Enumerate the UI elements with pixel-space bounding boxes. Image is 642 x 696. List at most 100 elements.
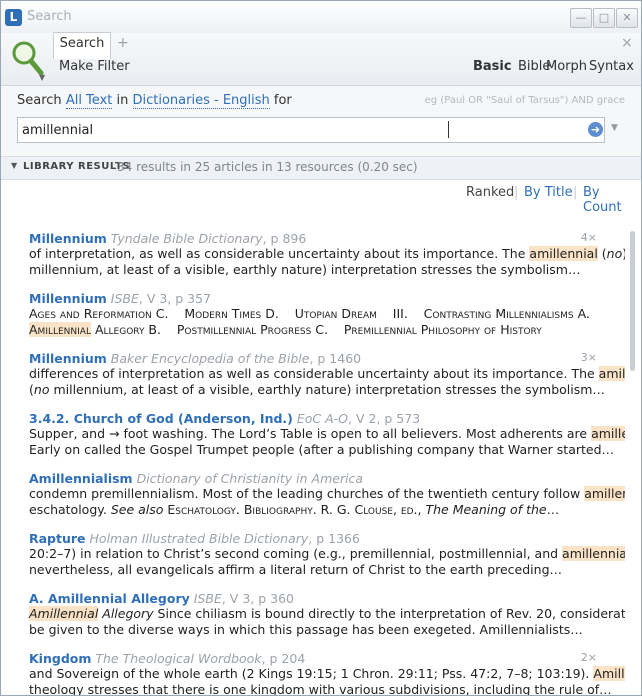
scrollbar-thumb[interactable] — [630, 231, 635, 371]
library-results-label: LIBRARY RESULTS — [23, 161, 131, 172]
mode-syntax[interactable]: Syntax — [589, 59, 634, 74]
result-item[interactable]: Millennium Tyndale Bible Dictionary, p 8… — [29, 231, 625, 278]
result-reference: , p 204 — [261, 651, 306, 666]
sort-by-count[interactable]: By Count — [583, 185, 641, 215]
result-source[interactable]: Baker Encyclopedia of the Bible — [111, 351, 310, 366]
result-reference: , V 2, p 573 — [348, 411, 421, 426]
result-snippet-line: Amillennial Allegory B. Postmillennial P… — [29, 322, 542, 337]
logos-app-icon[interactable]: L — [5, 9, 22, 26]
history-dropdown-icon[interactable]: ▼ — [611, 123, 618, 133]
result-item[interactable]: 3.4.2. Church of God (Anderson, Ind.) Eo… — [29, 411, 625, 458]
result-heading[interactable]: Kingdom — [29, 651, 91, 666]
search-panel: Search All Text in Dictionaries - Englis… — [1, 86, 641, 156]
results-scrollbar[interactable] — [627, 225, 639, 695]
result-snippet-line: nevertheless, all evangelicals affirm a … — [29, 562, 563, 577]
result-heading[interactable]: Millennium — [29, 291, 107, 306]
search-input[interactable] — [22, 121, 542, 139]
result-source[interactable]: The Theological Wordbook — [95, 651, 261, 666]
result-item[interactable]: A. Amillennial Allegory ISBE, V 3, p 360… — [29, 591, 625, 638]
result-heading[interactable]: Millennium — [29, 351, 107, 366]
result-heading[interactable]: Amillennialism — [29, 471, 133, 486]
library-results-header[interactable]: ▼ LIBRARY RESULTS 34 results in 25 artic… — [1, 156, 641, 180]
hit-count: 4× — [580, 231, 597, 244]
tab-search[interactable]: Search — [53, 32, 111, 59]
results-list: Millennium Tyndale Bible Dictionary, p 8… — [1, 225, 625, 695]
result-snippet-line: millennium, at least of a visible, earth… — [29, 262, 581, 277]
mode-basic[interactable]: Basic — [473, 59, 512, 74]
scope-selector[interactable]: All Text — [65, 93, 113, 109]
collection-selector[interactable]: Dictionaries - English — [132, 93, 270, 109]
mode-morph[interactable]: Morph — [546, 59, 587, 74]
result-source[interactable]: ISBE — [111, 291, 139, 306]
search-hit: Amillennial — [29, 322, 91, 337]
result-reference: , p 896 — [262, 231, 307, 246]
result-source[interactable]: Holman Illustrated Bible Dictionary — [90, 531, 309, 546]
result-snippet-line: 20:2–7) in relation to Christ’s second c… — [29, 546, 625, 562]
chevron-down-icon[interactable]: ▼ — [39, 73, 45, 82]
result-source[interactable]: EoC A-O — [297, 411, 348, 426]
result-source[interactable]: ISBE — [194, 591, 222, 606]
result-reference: , V 3, p 360 — [221, 591, 294, 606]
result-source[interactable]: Tyndale Bible Dictionary — [111, 231, 263, 246]
result-snippet-line: and Sovereign of the whole earth (2 King… — [29, 666, 625, 682]
search-prefix: Search — [17, 93, 62, 108]
sort-separator: | — [573, 185, 578, 200]
in-word: in — [116, 93, 129, 108]
result-reference: , p 1460 — [309, 351, 362, 366]
sort-by-title[interactable]: By Title — [524, 185, 573, 200]
result-heading[interactable]: 3.4.2. Church of God (Anderson, Ind.) — [29, 411, 293, 426]
search-scope-line: Search All Text in Dictionaries - Englis… — [17, 93, 292, 109]
result-item[interactable]: Millennium ISBE, V 3, p 357 Ages and Ref… — [29, 291, 609, 338]
add-tab-button[interactable]: + — [117, 35, 129, 51]
result-title-line: Rapture Holman Illustrated Bible Diction… — [29, 531, 609, 546]
text-cursor — [448, 121, 449, 138]
result-snippet-line: Early on called the Gospel Trumpet peopl… — [29, 442, 615, 457]
collapse-triangle-icon[interactable]: ▼ — [11, 161, 17, 170]
search-hit: amillennial — [529, 246, 598, 261]
minimize-icon: — — [575, 11, 587, 24]
result-title-line: A. Amillennial Allegory ISBE, V 3, p 360 — [29, 591, 609, 606]
result-snippet-line: (no millennium, at least of a visible, e… — [29, 382, 605, 397]
result-title-line: 3.4.2. Church of God (Anderson, Ind.) Eo… — [29, 411, 609, 426]
result-snippet-line: condemn premillennialism. Most of the le… — [29, 486, 625, 502]
result-item[interactable]: Rapture Holman Illustrated Bible Diction… — [29, 531, 625, 578]
result-snippet-line: eschatology. See also Eschatology. Bibli… — [29, 502, 560, 517]
close-button[interactable]: ✕ — [616, 8, 638, 28]
close-icon: ✕ — [622, 11, 632, 24]
search-hit: amillennial — [598, 366, 625, 381]
result-item[interactable]: Kingdom The Theological Wordbook, p 204 … — [29, 651, 625, 695]
result-heading[interactable]: Rapture — [29, 531, 86, 546]
result-snippet-line: Amillennial Allegory Since chiliasm is b… — [29, 606, 625, 621]
result-snippet-line: theology stresses that there is one king… — [29, 682, 612, 695]
result-snippet-line: Supper, and → foot washing. The Lord’s T… — [29, 426, 625, 442]
for-word: for — [273, 93, 292, 108]
search-window: L Search — □ ✕ ▼ Search + × Make Filter … — [0, 0, 642, 696]
results-summary: 34 results in 25 articles in 13 resource… — [117, 160, 418, 174]
go-arrow-icon[interactable]: ➜ — [588, 122, 603, 137]
query-box[interactable]: ➜ — [17, 117, 605, 143]
maximize-button[interactable]: □ — [593, 8, 615, 28]
minimize-button[interactable]: — — [570, 8, 592, 28]
toolbar: ▼ Search + × Make Filter Basic Bible Mor… — [1, 32, 641, 86]
sort-ranked[interactable]: Ranked — [466, 185, 514, 200]
result-heading[interactable]: A. Amillennial Allegory — [29, 591, 190, 606]
result-reference: , p 1366 — [308, 531, 360, 546]
result-item[interactable]: Amillennialism Dictionary of Christianit… — [29, 471, 625, 518]
result-source[interactable]: Dictionary of Christianity in America — [137, 471, 364, 486]
result-title-line: Kingdom The Theological Wordbook, p 204 — [29, 651, 609, 666]
search-hit: Amillennial — [593, 666, 625, 681]
make-filter-button[interactable]: Make Filter — [59, 59, 130, 74]
result-item[interactable]: Millennium Baker Encyclopedia of the Bib… — [29, 351, 625, 398]
hit-count: 2× — [580, 651, 597, 664]
result-title-line: Millennium ISBE, V 3, p 357 — [29, 291, 609, 306]
result-title-line: Amillennialism Dictionary of Christianit… — [29, 471, 609, 486]
result-snippet-line: be given to the diverse ways in which th… — [29, 622, 583, 637]
query-hint: eg (Paul OR "Saul of Tarsus") AND grace — [424, 95, 625, 106]
result-snippet-line: differences of interpretation as well as… — [29, 366, 625, 382]
close-tab-button[interactable]: × — [621, 35, 633, 51]
result-snippet-line: Ages and Reformation C. Modern Times D. … — [29, 306, 590, 321]
result-heading[interactable]: Millennium — [29, 231, 107, 246]
search-hit: amillennial — [562, 546, 625, 561]
result-snippet-line: of interpretation, as well as considerab… — [29, 246, 625, 261]
result-title-line: Millennium Baker Encyclopedia of the Bib… — [29, 351, 609, 366]
